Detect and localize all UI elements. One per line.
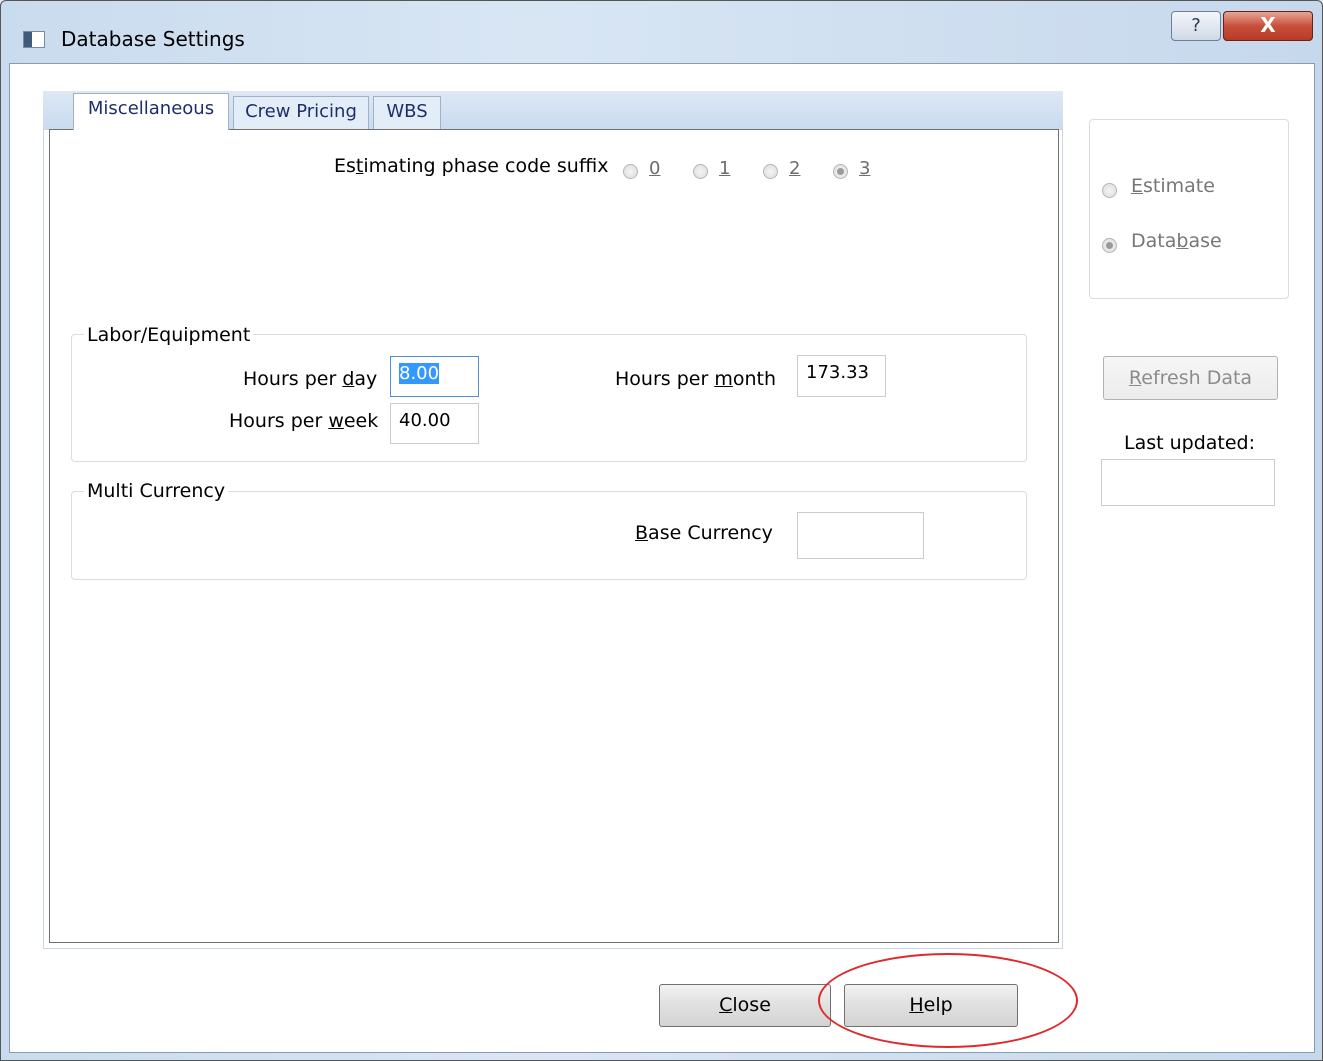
help-button[interactable]: Help [844, 984, 1018, 1027]
title-help-button[interactable]: ? [1171, 11, 1221, 41]
phase-suffix-radio-3[interactable] [833, 164, 848, 179]
close-button[interactable]: Close [659, 984, 831, 1027]
title-bar[interactable]: Database Settings ? X [1, 1, 1322, 63]
hours-per-week-field[interactable]: 40.00 [390, 403, 479, 444]
database-settings-window: Database Settings ? X Miscellaneous Crew… [0, 0, 1323, 1061]
estimate-radio[interactable] [1102, 183, 1117, 198]
source-group [1089, 119, 1289, 299]
hours-per-month-label: Hours per month [615, 368, 776, 390]
phase-suffix-0-label: 0 [649, 158, 661, 179]
labor-equipment-group [71, 334, 1027, 462]
phase-suffix-1-label: 1 [719, 158, 731, 179]
phase-suffix-radio-2[interactable] [763, 164, 778, 179]
window-icon [23, 31, 45, 48]
base-currency-field[interactable] [797, 512, 924, 559]
phase-suffix-2-label: 2 [789, 158, 801, 179]
last-updated-field [1101, 459, 1275, 506]
last-updated-label: Last updated: [1124, 432, 1256, 454]
phase-suffix-radio-1[interactable] [693, 164, 708, 179]
refresh-data-button[interactable]: Refresh Data [1103, 356, 1278, 400]
phase-suffix-3-label: 3 [859, 158, 871, 179]
hours-per-month-field[interactable]: 173.33 [797, 355, 886, 397]
window-title: Database Settings [61, 27, 245, 51]
estimate-label: Estimate [1131, 175, 1215, 197]
hours-per-day-field[interactable]: 8.00 [390, 356, 479, 397]
title-close-button[interactable]: X [1223, 11, 1313, 41]
base-currency-label: Base Currency [635, 522, 773, 544]
tab-crew-pricing[interactable]: Crew Pricing [233, 96, 369, 129]
phase-code-suffix-label: Estimating phase code suffix [334, 155, 609, 177]
multi-currency-title: Multi Currency [84, 480, 229, 502]
phase-suffix-radio-0[interactable] [623, 164, 638, 179]
tab-wbs[interactable]: WBS [373, 96, 441, 129]
tab-miscellaneous[interactable]: Miscellaneous [73, 93, 229, 130]
database-label: Database [1131, 230, 1222, 252]
hours-per-day-label: Hours per day [243, 368, 378, 390]
labor-equipment-title: Labor/Equipment [84, 324, 254, 346]
hours-per-week-label: Hours per week [229, 410, 379, 432]
database-radio[interactable] [1102, 238, 1117, 253]
